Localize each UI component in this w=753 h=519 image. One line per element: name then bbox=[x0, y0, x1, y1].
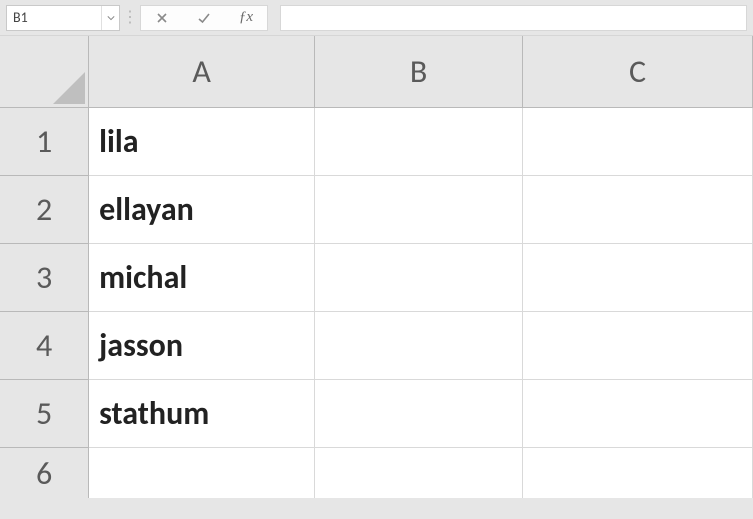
cancel-button[interactable] bbox=[141, 6, 183, 30]
cell-C1[interactable] bbox=[523, 108, 753, 176]
row-header-5[interactable]: 5 bbox=[0, 380, 89, 448]
column-header-B[interactable]: B bbox=[315, 36, 523, 108]
cell-C6[interactable] bbox=[523, 448, 753, 498]
cell-B3[interactable] bbox=[315, 244, 523, 312]
column-header-A[interactable]: A bbox=[89, 36, 315, 108]
cell-B6[interactable] bbox=[315, 448, 523, 498]
rows: 1 lila 2 ellayan 3 michal 4 jasson 5 sta… bbox=[0, 108, 753, 498]
formula-bar: B1 ⋮ ƒx bbox=[0, 0, 753, 36]
formula-input[interactable] bbox=[280, 5, 747, 31]
cell-B2[interactable] bbox=[315, 176, 523, 244]
cell-C5[interactable] bbox=[523, 380, 753, 448]
cell-C3[interactable] bbox=[523, 244, 753, 312]
formula-bar-buttons: ƒx bbox=[140, 5, 268, 31]
name-box-dropdown[interactable] bbox=[101, 6, 119, 30]
row-header-3[interactable]: 3 bbox=[0, 244, 89, 312]
cell-C2[interactable] bbox=[523, 176, 753, 244]
row-2: 2 ellayan bbox=[0, 176, 753, 244]
cell-A3[interactable]: michal bbox=[89, 244, 315, 312]
select-all-corner[interactable] bbox=[0, 36, 89, 108]
row-5: 5 stathum bbox=[0, 380, 753, 448]
row-1: 1 lila bbox=[0, 108, 753, 176]
cell-B1[interactable] bbox=[315, 108, 523, 176]
column-header-C[interactable]: C bbox=[523, 36, 753, 108]
row-4: 4 jasson bbox=[0, 312, 753, 380]
enter-button[interactable] bbox=[183, 6, 225, 30]
name-box[interactable]: B1 bbox=[6, 5, 120, 31]
spreadsheet-grid: A B C 1 lila 2 ellayan 3 michal 4 jasson bbox=[0, 36, 753, 498]
row-header-2[interactable]: 2 bbox=[0, 176, 89, 244]
row-header-6[interactable]: 6 bbox=[0, 448, 89, 498]
row-header-1[interactable]: 1 bbox=[0, 108, 89, 176]
row-6: 6 bbox=[0, 448, 753, 498]
cell-A6[interactable] bbox=[89, 448, 315, 498]
row-3: 3 michal bbox=[0, 244, 753, 312]
cell-A2[interactable]: ellayan bbox=[89, 176, 315, 244]
column-headers: A B C bbox=[0, 36, 753, 108]
cell-B4[interactable] bbox=[315, 312, 523, 380]
insert-function-button[interactable]: ƒx bbox=[225, 6, 267, 30]
cell-A4[interactable]: jasson bbox=[89, 312, 315, 380]
cell-A1[interactable]: lila bbox=[89, 108, 315, 176]
cell-B5[interactable] bbox=[315, 380, 523, 448]
name-box-value[interactable]: B1 bbox=[7, 7, 101, 28]
row-header-4[interactable]: 4 bbox=[0, 312, 89, 380]
cell-C4[interactable] bbox=[523, 312, 753, 380]
cell-A5[interactable]: stathum bbox=[89, 380, 315, 448]
